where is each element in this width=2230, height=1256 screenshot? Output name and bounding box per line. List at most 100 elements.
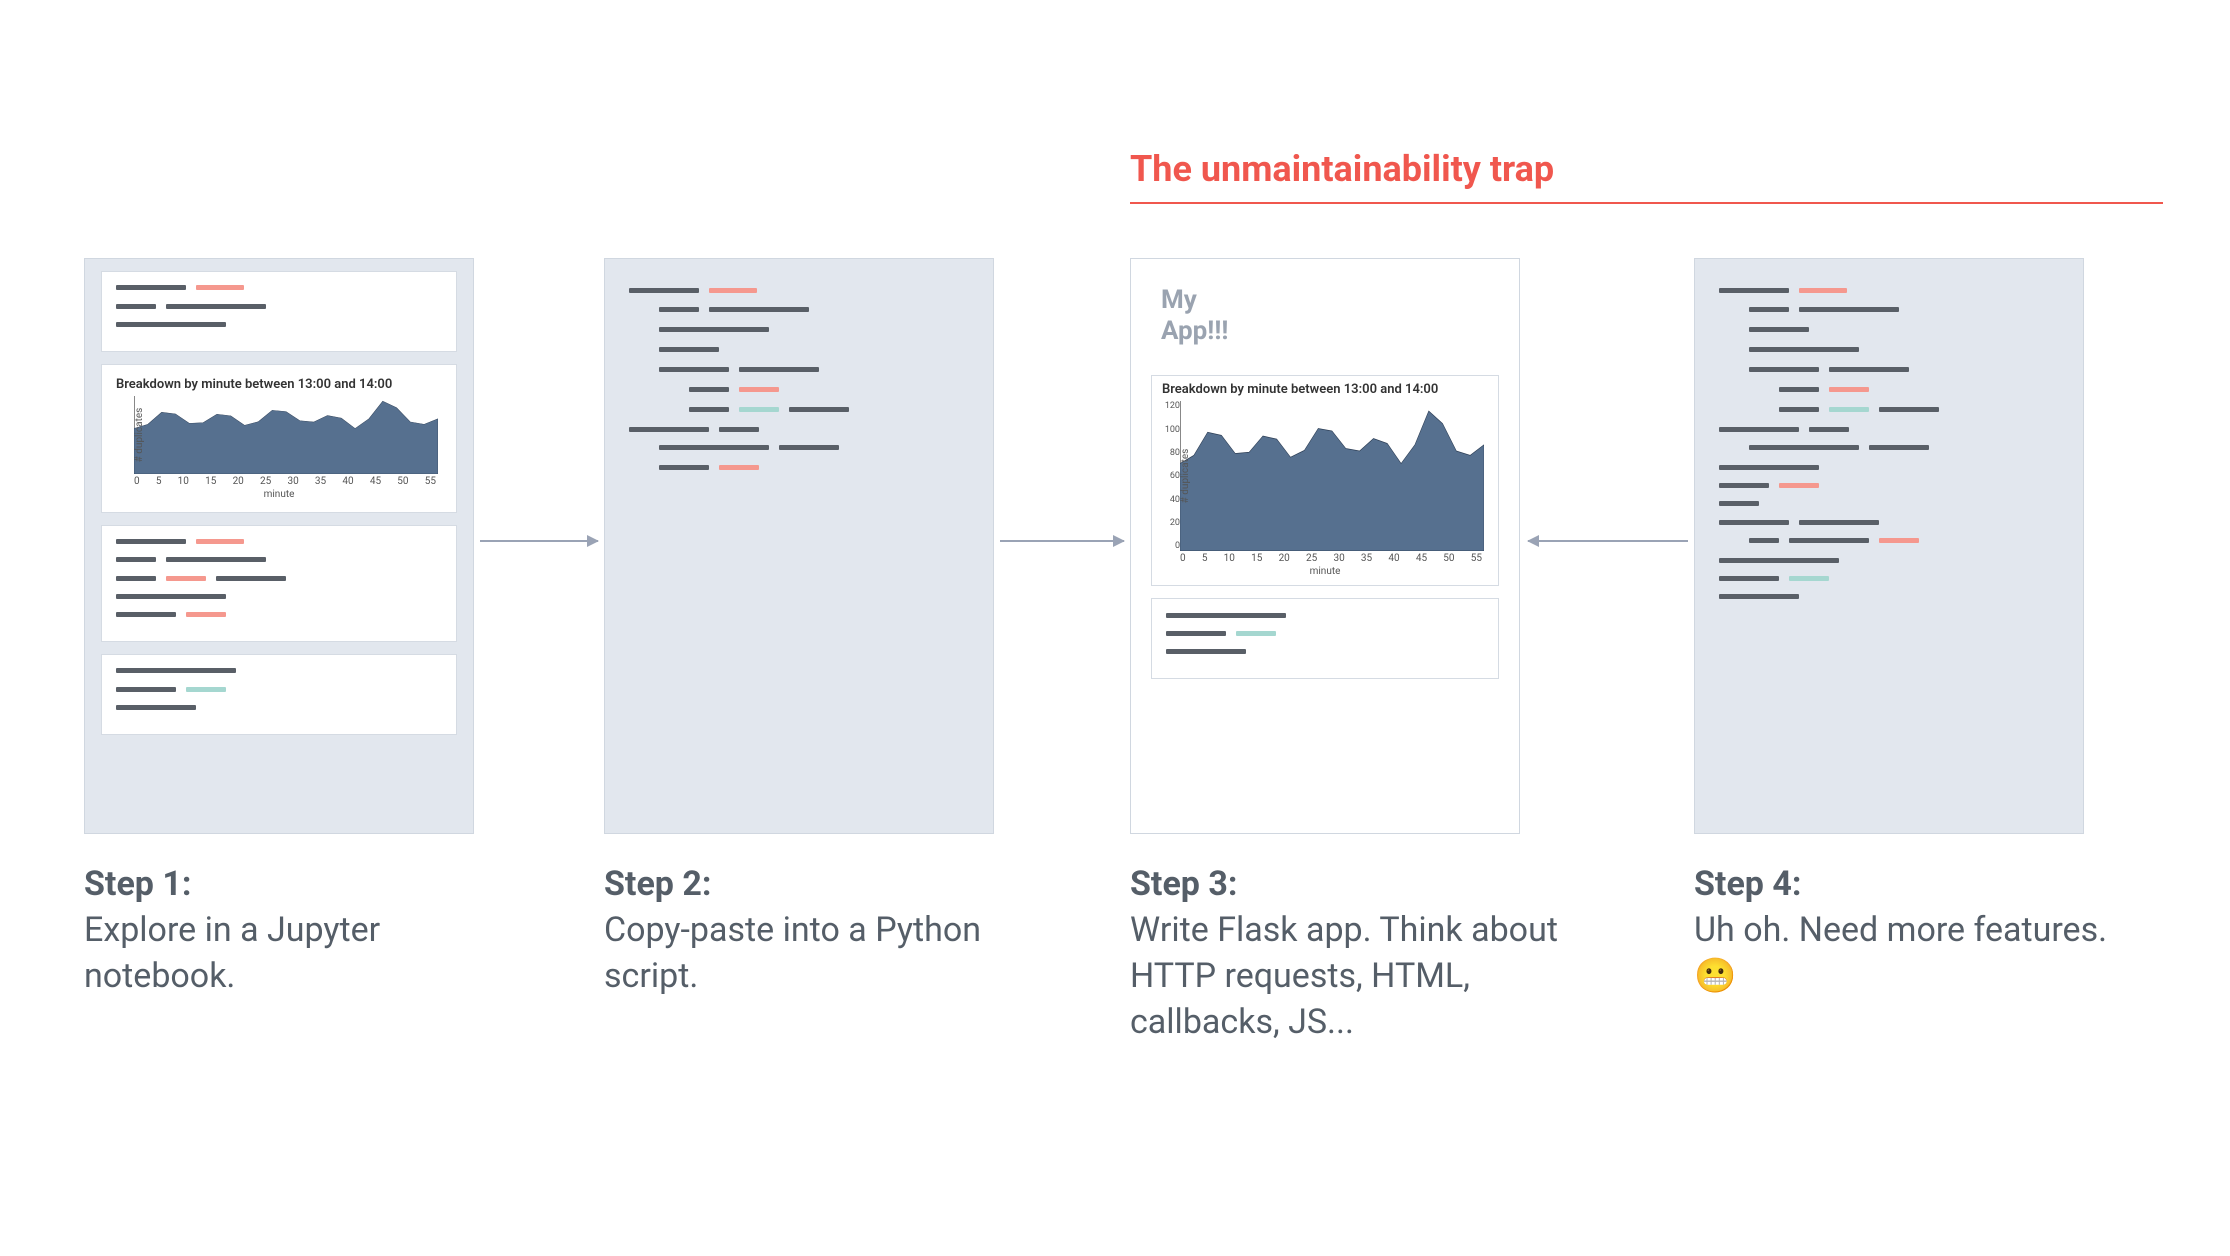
panel-step-1: Breakdown by minute between 13:00 and 14… [84, 258, 474, 834]
caption-step-2: Step 2: Copy-paste into a Python script. [604, 862, 1014, 1000]
panel-step-2 [604, 258, 994, 834]
axis-tick: 5 [156, 476, 162, 487]
code-line [1719, 345, 2059, 353]
code-line [116, 556, 442, 562]
step-label: Step 4: [1694, 864, 1801, 904]
code-line [1719, 537, 2059, 545]
code-line [629, 305, 969, 313]
app-title: My App!!! [1131, 259, 1519, 347]
notebook-code-cell [101, 654, 457, 735]
axis-tick: 5 [1202, 553, 1208, 564]
panel-step-4 [1694, 258, 2084, 834]
code-line [629, 325, 969, 333]
step-label: Step 1: [84, 864, 191, 904]
axis-tick: 20 [1279, 553, 1290, 564]
code-line [1719, 325, 2059, 333]
step-text: Copy-paste into a Python script. [604, 910, 981, 996]
chart-ylabel: # duplicates [1180, 449, 1191, 504]
code-line [1719, 305, 2059, 313]
code-line [629, 345, 969, 353]
step-text: Write Flask app. Think about HTTP reques… [1130, 910, 1558, 1042]
code-line [116, 538, 442, 544]
axis-tick: 60 [1170, 471, 1180, 481]
code-line [116, 593, 442, 599]
code-line [629, 425, 969, 431]
axis-tick: 15 [1251, 553, 1262, 564]
arrow-4-to-3 [1528, 540, 1688, 542]
code-line [1166, 648, 1484, 654]
arrow-1-to-2 [480, 540, 598, 542]
axis-tick: 55 [1471, 553, 1482, 564]
axis-tick: 15 [205, 476, 216, 487]
axis-tick: 100 [1165, 425, 1180, 435]
code-line [116, 704, 442, 710]
code-line [1719, 482, 2059, 488]
chart-title: Breakdown by minute between 13:00 and 14… [116, 377, 442, 392]
axis-tick: 50 [397, 476, 408, 487]
trap-title: The unmaintainability trap [1130, 148, 2163, 204]
app-chart-card: Breakdown by minute between 13:00 and 14… [1151, 375, 1499, 586]
axis-tick: 45 [370, 476, 381, 487]
chart-body: 120100806040200 # duplicates [1162, 401, 1488, 551]
code-line [1719, 365, 2059, 373]
code-line [116, 284, 442, 290]
code-line [1719, 500, 2059, 506]
code-line [116, 574, 442, 580]
code-line [629, 464, 969, 472]
arrow-2-to-3 [1000, 540, 1124, 542]
code-line [629, 365, 969, 373]
step-label: Step 2: [604, 864, 711, 904]
code-line [116, 685, 442, 691]
step-text: Uh oh. Need more features.😬 [1694, 910, 2107, 996]
code-line [1719, 385, 2059, 393]
chart-title: Breakdown by minute between 13:00 and 14… [1162, 382, 1488, 397]
code-line [629, 405, 969, 413]
axis-tick: 10 [178, 476, 189, 487]
axis-tick: 80 [1170, 448, 1180, 458]
axis-tick: 25 [260, 476, 271, 487]
axis-tick: 10 [1224, 553, 1235, 564]
axis-tick: 30 [1333, 553, 1344, 564]
axis-tick: 120 [1165, 401, 1180, 411]
axis-tick: 0 [134, 476, 140, 487]
axis-tick: 20 [233, 476, 244, 487]
caption-step-4: Step 4: Uh oh. Need more features.😬 [1694, 862, 2114, 1000]
axis-tick: 50 [1443, 553, 1454, 564]
diagram-stage: The unmaintainability trap Breakdown by … [0, 0, 2230, 1256]
panel-step-3: My App!!! Breakdown by minute between 13… [1130, 258, 1520, 834]
axis-tick: 20 [1170, 518, 1180, 528]
code-line [629, 287, 969, 293]
caption-step-1: Step 1: Explore in a Jupyter notebook. [84, 862, 494, 1000]
app-title-line-2: App!!! [1161, 316, 1519, 347]
axis-tick: 35 [1361, 553, 1372, 564]
code-line [1719, 444, 2059, 452]
caption-step-3: Step 3: Write Flask app. Think about HTT… [1130, 862, 1590, 1046]
axis-tick: 35 [315, 476, 326, 487]
code-line [1719, 287, 2059, 293]
code-line [1719, 575, 2059, 581]
code-line [1719, 425, 2059, 431]
axis-tick: 25 [1306, 553, 1317, 564]
step-label: Step 3: [1130, 864, 1237, 904]
code-line [629, 385, 969, 393]
chart-xlabel: minute [1162, 566, 1488, 577]
axis-tick: 0 [1180, 553, 1186, 564]
app-title-line-1: My [1161, 285, 1519, 316]
step-text: Explore in a Jupyter notebook. [84, 910, 380, 996]
code-line [116, 611, 442, 617]
axis-tick: 40 [342, 476, 353, 487]
code-line [1719, 557, 2059, 563]
code-line [1166, 630, 1484, 636]
axis-tick: 45 [1416, 553, 1427, 564]
code-line [1719, 405, 2059, 413]
notebook-code-cell [101, 525, 457, 642]
notebook-chart-cell: Breakdown by minute between 13:00 and 14… [101, 364, 457, 513]
code-line [1719, 464, 2059, 470]
axis-tick: 30 [287, 476, 298, 487]
code-line [1719, 518, 2059, 524]
code-line [1166, 611, 1484, 617]
code-line [1719, 593, 2059, 599]
chart-xlabel: minute [116, 489, 442, 500]
axis-tick: 55 [425, 476, 436, 487]
code-line [116, 667, 442, 673]
